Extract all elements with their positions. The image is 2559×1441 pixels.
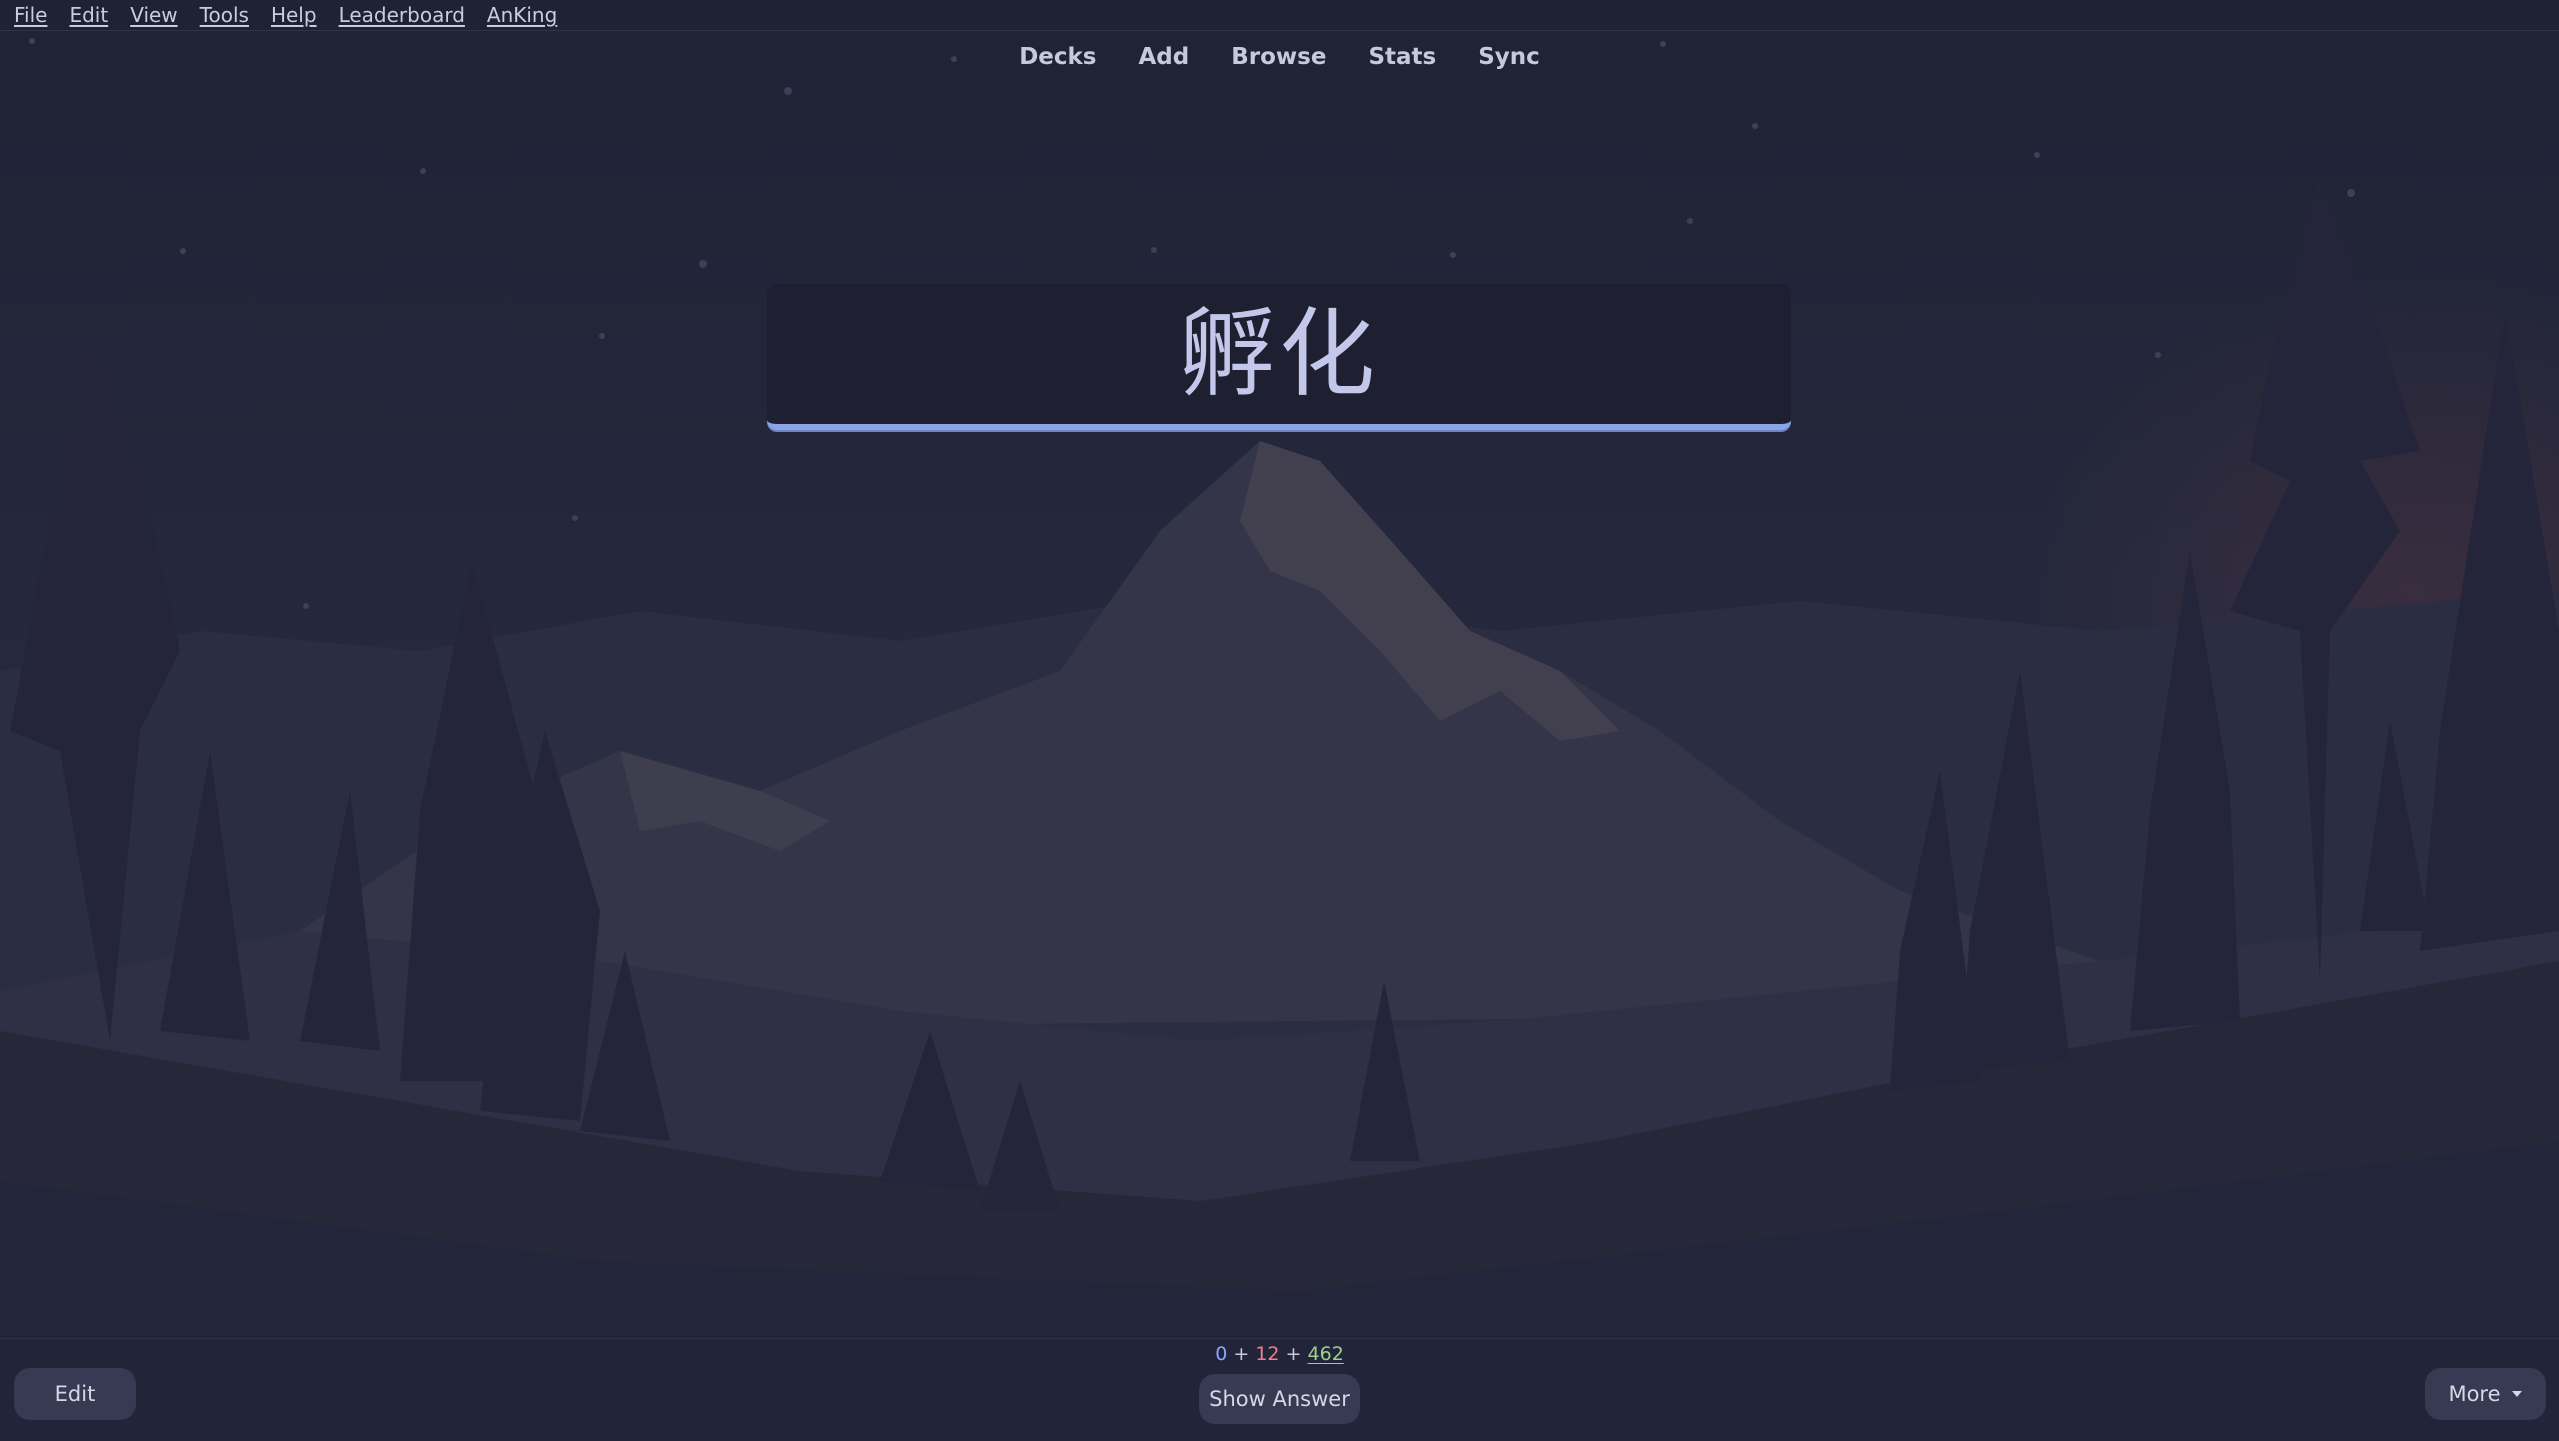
edit-button[interactable]: Edit	[14, 1368, 136, 1420]
show-answer-label: Show Answer	[1209, 1387, 1350, 1411]
menu-file[interactable]: File	[14, 3, 47, 27]
nav-sync[interactable]: Sync	[1457, 40, 1561, 74]
nav-stats[interactable]: Stats	[1347, 40, 1457, 74]
menu-leaderboard[interactable]: Leaderboard	[339, 3, 465, 27]
more-button[interactable]: More	[2425, 1368, 2546, 1420]
count-separator: +	[1233, 1343, 1256, 1365]
top-navigation: Decks Add Browse Stats Sync	[0, 40, 2559, 74]
menu-view[interactable]: View	[130, 3, 177, 27]
more-button-label: More	[2448, 1382, 2501, 1406]
chevron-down-icon	[2511, 1391, 2522, 1397]
menu-help[interactable]: Help	[271, 3, 317, 27]
review-count: 462	[1307, 1343, 1344, 1365]
count-separator: +	[1285, 1343, 1308, 1365]
new-count: 0	[1215, 1343, 1228, 1365]
menu-edit[interactable]: Edit	[69, 3, 108, 27]
mountain-landscape-illustration	[0, 31, 2559, 1337]
menu-tools[interactable]: Tools	[200, 3, 249, 27]
menu-bar: File Edit View Tools Help Leaderboard An…	[0, 0, 2559, 31]
show-answer-button[interactable]: Show Answer	[1199, 1374, 1360, 1424]
card-front-container: 孵化	[767, 284, 1791, 430]
menu-anking[interactable]: AnKing	[487, 3, 557, 27]
nav-browse[interactable]: Browse	[1210, 40, 1347, 74]
edit-button-label: Edit	[54, 1382, 96, 1406]
nav-add[interactable]: Add	[1118, 40, 1211, 74]
background-scene	[0, 31, 2559, 1337]
reviewer-bottom-bar: 0 + 12 + 462 Edit Show Answer More	[0, 1338, 2559, 1441]
nav-decks[interactable]: Decks	[998, 40, 1117, 74]
learning-count: 12	[1255, 1343, 1280, 1365]
due-counts: 0 + 12 + 462	[0, 1343, 2559, 1365]
card-front-text: 孵化	[1179, 298, 1379, 410]
